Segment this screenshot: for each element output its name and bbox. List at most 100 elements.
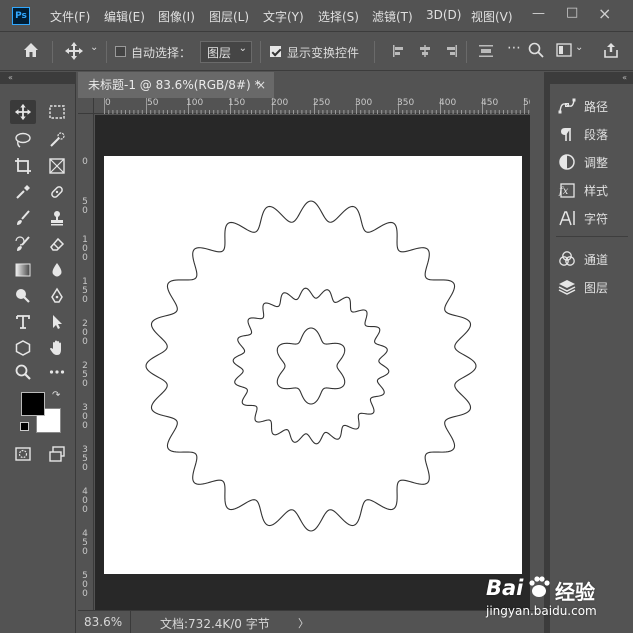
ruler-label: 3 5 0 [82,445,88,473]
crop-tool-icon[interactable] [10,154,36,178]
paw-logo-icon [529,576,550,597]
healing-brush-tool-icon[interactable] [44,180,70,204]
workspace-icon[interactable] [556,43,572,61]
wavy-paths-artwork[interactable] [104,156,522,574]
ruler-label: 100 [186,98,204,108]
maximize-icon[interactable]: □ [566,5,578,20]
more-tools-icon[interactable] [44,360,70,384]
ruler-label: 300 [355,98,373,108]
dodge-tool-icon[interactable] [10,284,36,308]
panel-paths[interactable]: 路径 [558,94,630,118]
ruler-label: 5 0 [82,197,88,216]
type-tool-icon[interactable] [10,310,36,334]
adjustments-icon [559,154,575,170]
menu-file[interactable]: 文件(F) [50,8,90,25]
menu-bar: Ps 文件(F) 编辑(E) 图像(I) 图层(L) 文字(Y) 选择(S) 滤… [0,0,633,32]
gradient-tool-icon[interactable] [10,258,36,282]
align-center-icon[interactable] [418,44,432,62]
auto-select-label: 自动选择： [131,46,192,60]
vertical-scrollbar[interactable] [530,98,544,610]
zoom-tool-icon[interactable] [10,360,36,384]
menu-type[interactable]: 文字(Y) [263,8,304,25]
menu-view[interactable]: 视图(V) [471,8,513,25]
styles-icon: fx [558,183,575,198]
panel-collapse-bar[interactable]: « [550,72,633,84]
chevron-down-icon[interactable]: ⌄ [90,42,98,53]
hand-tool-icon[interactable] [44,336,70,360]
share-icon[interactable] [602,41,620,63]
lasso-tool-icon[interactable] [10,128,36,152]
align-left-icon[interactable] [392,44,406,62]
blur-tool-icon[interactable] [44,258,70,282]
ruler-label: 1 5 0 [82,277,88,305]
menu-filter[interactable]: 滤镜(T) [372,8,413,25]
layer-target-select[interactable]: 图层 ⌄ [200,41,252,63]
show-transform-checkbox[interactable] [270,46,281,57]
tools-panel: ↷ [0,84,76,633]
frame-tool-icon[interactable] [44,154,70,178]
status-menu-arrow[interactable]: 〉 [298,615,309,631]
close-window-icon[interactable]: × [598,4,611,23]
document-tab-title: 未标题-1 @ 83.6%(RGB/8#) * [88,78,261,92]
close-tab-icon[interactable]: × [256,72,266,98]
path-selection-tool-icon[interactable] [44,310,70,334]
ruler-label: 2 0 0 [82,319,88,347]
watermark-brand: Bai [486,576,524,600]
panel-styles[interactable]: fx 样式 [558,178,630,202]
inner-wavy-star [276,327,346,405]
eyedropper-tool-icon[interactable] [10,180,36,204]
layer-target-value: 图层 [207,46,232,60]
brush-tool-icon[interactable] [10,206,36,230]
foreground-color-swatch[interactable] [21,392,45,416]
move-tool-icon[interactable] [10,100,36,124]
menu-edit[interactable]: 编辑(E) [104,8,145,25]
ruler-corner[interactable] [78,98,94,114]
screen-mode-icon[interactable] [44,442,70,466]
document-tab[interactable]: 未标题-1 @ 83.6%(RGB/8#) * × [78,72,274,98]
stamp-tool-icon[interactable] [44,206,70,230]
ruler-vertical[interactable]: 0 5 0 1 0 0 1 5 0 2 0 0 2 5 0 3 0 0 3 5 … [78,114,94,610]
panel-channels[interactable]: 通道 [558,247,630,271]
menu-select[interactable]: 选择(S) [318,8,359,25]
ruler-horizontal[interactable]: 0 50 100 150 200 250 300 350 400 450 500 [94,98,544,114]
panel-character[interactable]: 字符 [558,206,630,230]
minimize-icon[interactable]: — [532,6,545,21]
svg-text:fx: fx [558,186,569,197]
document-canvas[interactable] [104,156,522,574]
shape-tool-icon[interactable] [10,336,36,360]
eraser-tool-icon[interactable] [44,232,70,256]
distribute-icon[interactable] [478,44,494,62]
quick-selection-tool-icon[interactable] [44,128,70,152]
auto-select-checkbox[interactable] [115,46,126,57]
menu-layer[interactable]: 图层(L) [209,8,249,25]
panel-paragraph[interactable]: 段落 [558,122,630,146]
ellipsis-icon[interactable]: ⋯ [507,40,521,56]
paragraph-icon [561,128,571,141]
swap-colors-icon[interactable]: ↷ [52,390,60,401]
pen-tool-icon[interactable] [44,284,70,308]
ruler-label: 200 [271,98,289,108]
search-icon[interactable] [528,42,544,62]
marquee-tool-icon[interactable] [44,100,70,124]
quick-mask-icon[interactable] [10,442,36,466]
home-icon[interactable] [22,41,40,63]
default-colors-icon[interactable] [20,422,29,431]
watermark-url: jingyan.baidu.com [486,604,597,618]
move-tool-icon[interactable] [64,41,84,65]
align-right-icon[interactable] [444,44,458,62]
ruler-label: 0 [105,98,111,108]
history-brush-tool-icon[interactable] [10,232,36,256]
panel-character-label: 字符 [584,211,609,226]
panel-adjustments[interactable]: 调整 [558,150,630,174]
panel-layers[interactable]: 图层 [558,275,630,299]
panel-layers-label: 图层 [584,280,609,295]
ruler-label: 5 0 0 [82,571,88,599]
ruler-label: 4 0 0 [82,487,88,515]
paths-icon [558,98,576,114]
chevron-down-icon: ⌄ [238,43,247,54]
toolbar-collapse-bar[interactable]: « [0,72,76,84]
zoom-level[interactable]: 83.6% [84,615,122,629]
chevron-down-icon[interactable]: ⌄ [575,42,583,53]
menu-3d[interactable]: 3D(D) [426,8,461,22]
menu-image[interactable]: 图像(I) [158,8,195,25]
